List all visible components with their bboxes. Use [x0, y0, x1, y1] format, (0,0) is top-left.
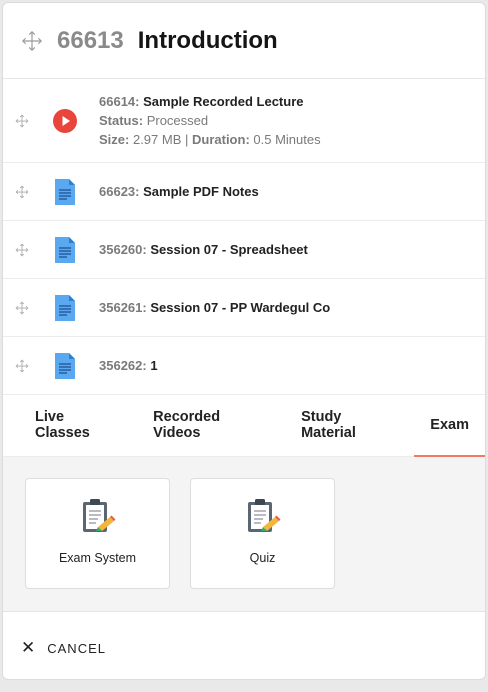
drag-handle-icon[interactable]	[15, 185, 29, 199]
document-icon	[53, 236, 77, 263]
tile-label: Quiz	[249, 551, 276, 565]
video-play-icon	[53, 108, 77, 134]
list-item[interactable]: 356262: 1	[3, 337, 485, 395]
item-id: 356261:	[99, 300, 147, 315]
section-title: Introduction	[137, 26, 278, 54]
item-name: Sample PDF Notes	[143, 184, 259, 199]
list-item[interactable]: 356260: Session 07 - Spreadsheet	[3, 221, 485, 279]
dialog-footer: ✕ CANCEL	[3, 612, 485, 679]
exam-options-panel: Exam System Quiz	[3, 457, 485, 612]
clipboard-edit-icon	[82, 499, 115, 532]
list-item[interactable]: 66614: Sample Recorded Lecture Status: P…	[3, 79, 485, 163]
drag-handle-icon[interactable]	[15, 359, 29, 373]
quiz-tile[interactable]: Quiz	[190, 478, 335, 589]
content-type-tabs: Live Classes Recorded Videos Study Mater…	[3, 395, 485, 457]
list-item[interactable]: 66623: Sample PDF Notes	[3, 163, 485, 221]
exam-system-tile[interactable]: Exam System	[25, 478, 170, 589]
section-id: 66613	[57, 26, 124, 54]
tab-exam[interactable]: Exam	[414, 394, 485, 457]
content-dialog: 66613 Introduction 66614: Sample Recorde…	[2, 2, 486, 680]
cancel-button[interactable]: ✕ CANCEL	[21, 638, 106, 658]
drag-handle-icon[interactable]	[15, 114, 29, 128]
item-id: 66614:	[99, 94, 140, 109]
duration-value: 0.5 Minutes	[253, 132, 321, 147]
item-name: Session 07 - Spreadsheet	[150, 242, 308, 257]
cancel-label: CANCEL	[47, 640, 106, 656]
item-id: 356262:	[99, 358, 147, 373]
item-name: Session 07 - PP Wardegul Co	[150, 300, 331, 315]
status-value: Processed	[146, 113, 209, 128]
tile-label: Exam System	[58, 551, 137, 565]
clipboard-edit-icon	[247, 499, 280, 532]
tab-live-classes[interactable]: Live Classes	[19, 394, 137, 456]
size-label: Size:	[99, 132, 130, 147]
list-item[interactable]: 356261: Session 07 - PP Wardegul Co	[3, 279, 485, 337]
item-id: 356260:	[99, 242, 147, 257]
close-icon: ✕	[21, 638, 36, 657]
tab-recorded-videos[interactable]: Recorded Videos	[137, 394, 285, 456]
dialog-header: 66613 Introduction	[3, 3, 485, 79]
size-value: 2.97 MB |	[132, 132, 189, 147]
document-icon	[53, 178, 77, 205]
item-name: Sample Recorded Lecture	[143, 94, 304, 109]
tab-study-material[interactable]: Study Material	[285, 394, 414, 456]
drag-handle-icon[interactable]	[21, 30, 43, 52]
drag-handle-icon[interactable]	[15, 243, 29, 257]
document-icon	[53, 352, 77, 379]
document-icon	[53, 294, 77, 321]
drag-handle-icon[interactable]	[15, 301, 29, 315]
status-label: Status:	[99, 113, 144, 128]
item-name: 1	[150, 358, 158, 373]
item-id: 66623:	[99, 184, 140, 199]
duration-label: Duration:	[192, 132, 250, 147]
